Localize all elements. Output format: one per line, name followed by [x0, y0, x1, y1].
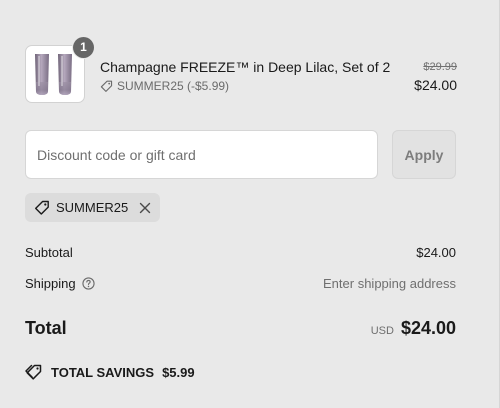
- product-title: Champagne FREEZE™ in Deep Lilac, Set of …: [100, 59, 391, 75]
- apply-button[interactable]: Apply: [392, 130, 456, 179]
- quantity-badge: 1: [73, 37, 94, 58]
- current-price: $24.00: [414, 77, 457, 93]
- shipping-label: Shipping: [25, 276, 76, 291]
- subtotal-value: $24.00: [416, 245, 456, 260]
- line-discount-label: SUMMER25 (-$5.99): [117, 79, 230, 93]
- tag-icon: [35, 200, 49, 215]
- line-item: 1 Champagne FREEZE™ in Deep Lilac, Set o…: [25, 37, 457, 105]
- applied-code-label: SUMMER25: [56, 200, 129, 215]
- close-icon: [140, 202, 151, 213]
- applied-discount-chip: SUMMER25: [25, 193, 161, 222]
- tag-icon: [100, 80, 113, 92]
- remove-code-button[interactable]: [138, 201, 152, 215]
- savings-tag-icon: [25, 364, 42, 380]
- shipping-label-group: Shipping: [25, 276, 95, 291]
- subtotal-row: Subtotal $24.00: [25, 245, 456, 260]
- help-icon[interactable]: [81, 277, 95, 290]
- total-label: Total: [25, 318, 67, 338]
- total-amount-group: USD $24.00: [371, 318, 456, 339]
- total-savings: TOTAL SAVINGS $5.99: [25, 364, 195, 380]
- savings-label: TOTAL SAVINGS: [51, 364, 155, 380]
- line-discount: SUMMER25 (-$5.99): [100, 79, 229, 93]
- total-amount: $24.00: [400, 318, 456, 338]
- currency-code: USD: [370, 325, 394, 337]
- shipping-value: Enter shipping address: [323, 276, 456, 291]
- original-price: $29.99: [423, 61, 457, 73]
- total-row: Total USD $24.00: [25, 318, 456, 339]
- discount-code-input[interactable]: [25, 130, 378, 179]
- subtotal-label: Subtotal: [25, 245, 73, 260]
- shipping-row: Shipping Enter shipping address: [25, 276, 456, 291]
- savings-value: $5.99: [162, 364, 195, 380]
- price-column: $29.99 $24.00: [414, 61, 457, 93]
